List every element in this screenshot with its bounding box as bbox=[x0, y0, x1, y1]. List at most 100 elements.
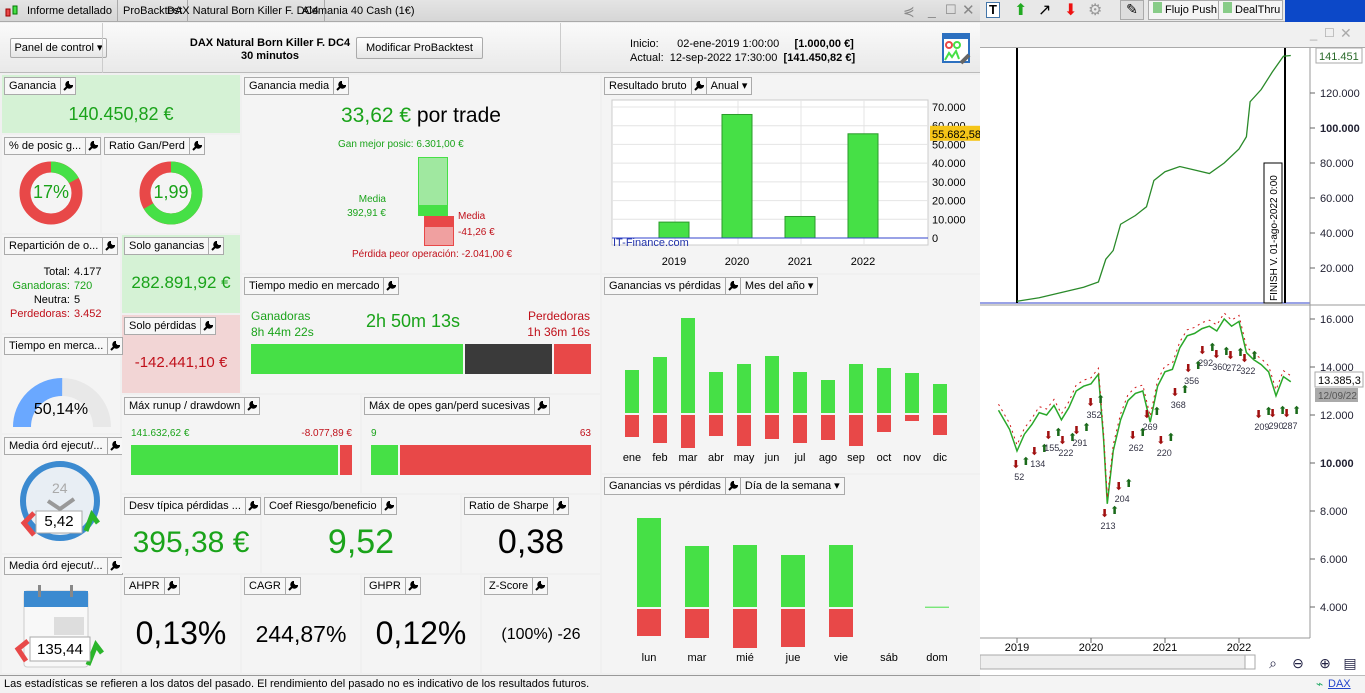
wrench-icon[interactable] bbox=[383, 278, 398, 294]
trade-label: 204 bbox=[1115, 494, 1130, 504]
wrench-icon[interactable] bbox=[208, 238, 223, 254]
solo-ganancias-title: Solo ganancias bbox=[129, 240, 205, 252]
maximize-icon[interactable]: ☐ bbox=[1324, 26, 1335, 40]
loss-bar-mar bbox=[685, 609, 709, 638]
sell-arrow-icon[interactable]: ⬇ bbox=[1064, 0, 1077, 20]
ratio-tab[interactable]: Ratio Gan/Perd bbox=[104, 137, 205, 155]
loss-bar-jul bbox=[793, 415, 807, 443]
modify-probacktest-button[interactable]: Modificar ProBacktest bbox=[356, 37, 483, 59]
sell-arrow-icon: ⬇ bbox=[1142, 409, 1151, 421]
wrench-icon[interactable] bbox=[533, 398, 549, 414]
tab-informe-detallado[interactable]: Informe detallado bbox=[22, 0, 118, 22]
pct-ganadoras-title: % de posic g... bbox=[9, 140, 82, 152]
wrench-icon[interactable] bbox=[552, 498, 568, 514]
wrench-icon[interactable] bbox=[163, 578, 179, 594]
pct-ganadoras-tab[interactable]: % de posic g... bbox=[4, 137, 102, 155]
ahpr-panel: AHPR 0,13% bbox=[122, 575, 240, 673]
zoom-fit-icon[interactable]: ⌕ bbox=[1269, 655, 1277, 671]
coef-tab[interactable]: Coef Riesgo/beneficio bbox=[264, 497, 397, 515]
instrument-link[interactable]: DAX bbox=[1328, 678, 1351, 690]
runup-value: 141.632,62 € bbox=[131, 428, 190, 439]
x-tick-label: 2020 bbox=[1079, 642, 1103, 654]
maximize-icon[interactable]: ☐ bbox=[945, 2, 957, 18]
wrench-icon[interactable] bbox=[188, 138, 204, 154]
ganancia-media-tab[interactable]: Ganancia media bbox=[244, 77, 350, 95]
minimize-icon[interactable]: _ bbox=[928, 2, 936, 18]
zscore-tab[interactable]: Z-Score bbox=[484, 577, 549, 595]
gain-bar-nov bbox=[905, 373, 919, 413]
close-icon[interactable]: ✕ bbox=[1340, 25, 1352, 42]
wrench-icon[interactable] bbox=[102, 238, 117, 254]
minimize-icon[interactable]: _ bbox=[1310, 26, 1317, 41]
bar-2019 bbox=[658, 221, 690, 239]
close-icon[interactable]: ✕ bbox=[962, 1, 975, 19]
wrench-icon[interactable] bbox=[380, 498, 396, 514]
share-icon[interactable]: ⋞ bbox=[903, 3, 915, 20]
neutra-value: 5 bbox=[73, 294, 81, 306]
cagr-tab[interactable]: CAGR bbox=[244, 577, 301, 595]
ahpr-tab[interactable]: AHPR bbox=[124, 577, 180, 595]
wrench-icon[interactable] bbox=[106, 438, 122, 454]
wrench-icon[interactable] bbox=[404, 578, 420, 594]
gain-bar-mar bbox=[681, 318, 695, 413]
solo-ganancias-tab[interactable]: Solo ganancias bbox=[124, 237, 225, 255]
y-tick-label: 10.000 bbox=[932, 214, 966, 226]
report-settings-icon[interactable] bbox=[942, 33, 972, 68]
desv-tab[interactable]: Desv típica pérdidas ... bbox=[124, 497, 261, 515]
loss-bar-ene bbox=[625, 415, 639, 437]
sucesivas-tab[interactable]: Máx de opes gan/perd sucesivas bbox=[364, 397, 550, 415]
tab-instrument[interactable]: Alemania 40 Cash (1€) bbox=[297, 0, 420, 22]
pencil-icon[interactable]: ✎ bbox=[1120, 0, 1144, 20]
sucesivas-panel: Máx de opes gan/perd sucesivas 9 63 bbox=[362, 395, 600, 493]
price-equity-chart[interactable]: FINISH V. 01-ago-2022 0:00 120.000 100.000… bbox=[980, 48, 1365, 675]
solo-perdidas-tab[interactable]: Solo pérdidas bbox=[124, 317, 217, 335]
dealthru-button[interactable]: DealThru bbox=[1218, 0, 1283, 20]
trade-label: 222 bbox=[1058, 448, 1073, 458]
sell-arrow-icon: ⬇ bbox=[1226, 350, 1235, 362]
delete-tools-icon[interactable]: ⚙ bbox=[1088, 0, 1102, 20]
tiempo-mercado-title: Tiempo en merca... bbox=[9, 340, 104, 352]
runup-tab[interactable]: Máx runup / drawdown bbox=[124, 397, 261, 415]
reparticion-panel: Repartición de o... Total: 4.177 Ganadora… bbox=[2, 235, 120, 333]
wrench-icon[interactable] bbox=[244, 498, 260, 514]
buy-arrow-icon[interactable]: ⬆ bbox=[1014, 0, 1027, 20]
inicio-date: 02-ene-2019 1:00:00 bbox=[677, 38, 780, 50]
trade-label: 220 bbox=[1157, 448, 1172, 458]
x-tick-label: 2021 bbox=[788, 256, 812, 268]
y-tick-label: 30.000 bbox=[932, 177, 966, 189]
inicio-value: [1.000,00 €] bbox=[794, 38, 854, 50]
zoom-in-icon[interactable]: ⊕ bbox=[1319, 655, 1331, 671]
wrench-icon[interactable] bbox=[106, 558, 122, 574]
media-ord-calendar-tab[interactable]: Media órd ejecut/... bbox=[4, 557, 123, 575]
chart-options-icon[interactable]: ▤ bbox=[1343, 655, 1356, 671]
flujo-push-button[interactable]: Flujo Push bbox=[1148, 0, 1222, 20]
wrench-icon[interactable] bbox=[85, 138, 100, 154]
panel-control-dropdown[interactable]: Panel de control ▾ bbox=[10, 38, 107, 58]
tiempo-medio-tab[interactable]: Tiempo medio en mercado bbox=[244, 277, 400, 295]
runup-bar bbox=[131, 445, 352, 475]
desv-title: Desv típica pérdidas ... bbox=[129, 500, 241, 512]
tiempo-mercado-tab[interactable]: Tiempo en merca... bbox=[4, 337, 124, 355]
media-ord-clock-tab[interactable]: Media órd ejecut/... bbox=[4, 437, 123, 455]
wrench-icon[interactable] bbox=[284, 578, 300, 594]
wrench-icon[interactable] bbox=[532, 578, 547, 594]
loss-bar-sep bbox=[849, 415, 863, 446]
text-tool-icon[interactable]: T bbox=[986, 2, 1000, 18]
media-perd-label: Media bbox=[458, 211, 486, 222]
chart-toolbar: T ⬆ ↗ ⬇ ⚙ ✎ Flujo Push DealThru bbox=[980, 0, 1365, 22]
line-tool-icon[interactable]: ↗ bbox=[1038, 0, 1051, 20]
equity-y-label: 60.000 bbox=[1320, 193, 1354, 205]
wrench-icon[interactable] bbox=[333, 78, 348, 94]
zoom-out-icon[interactable]: ⊖ bbox=[1292, 655, 1304, 671]
ghpr-tab[interactable]: GHPR bbox=[364, 577, 421, 595]
wrench-icon[interactable] bbox=[200, 318, 215, 334]
desv-panel: Desv típica pérdidas ... 395,38 € bbox=[122, 495, 261, 573]
dealthru-label: DealThru bbox=[1235, 4, 1281, 16]
bar-2022 bbox=[847, 133, 879, 239]
wrench-icon[interactable] bbox=[107, 338, 122, 354]
wrench-icon[interactable] bbox=[244, 398, 259, 414]
reparticion-tab[interactable]: Repartición de o... bbox=[4, 237, 119, 255]
wrench-icon[interactable] bbox=[60, 78, 75, 94]
ganancia-tab[interactable]: Ganancia bbox=[4, 77, 77, 95]
sharpe-tab[interactable]: Ratio de Sharpe bbox=[464, 497, 569, 515]
